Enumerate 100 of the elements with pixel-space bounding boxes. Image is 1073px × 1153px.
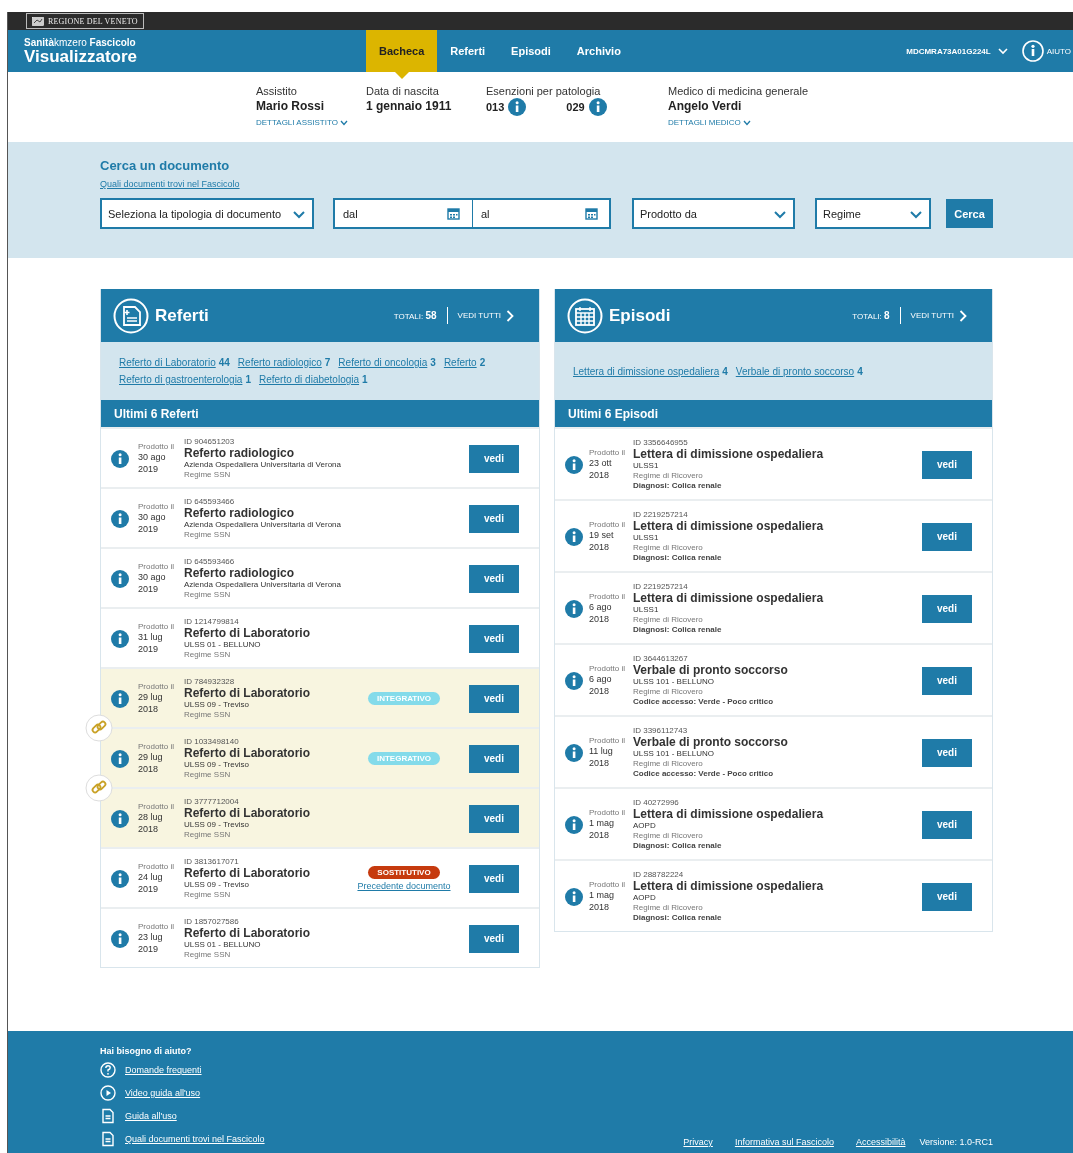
- produced-label: Prodotto il: [589, 520, 627, 529]
- date-year: 2018: [138, 823, 160, 835]
- category-link[interactable]: Referto di diabetologia: [259, 374, 360, 385]
- exemption-code: 029: [566, 100, 585, 115]
- regime-label: Regime SSN: [184, 530, 232, 540]
- field-value: 1 gennaio 1911: [366, 98, 453, 114]
- info-icon: [111, 569, 129, 588]
- category-link[interactable]: Referto radiologico: [237, 357, 322, 368]
- info-icon: [111, 509, 129, 528]
- info-icon: [111, 689, 129, 708]
- document-title: Lettera di dimissione ospedaliera: [633, 591, 825, 605]
- organization: ULSS1: [633, 605, 660, 615]
- view-button[interactable]: vedi: [469, 864, 519, 893]
- regime-label: Regime SSN: [184, 590, 232, 600]
- view-button[interactable]: vedi: [922, 882, 972, 911]
- document-title: Referto radiologico: [184, 446, 295, 460]
- date-day: 31 lug: [138, 631, 184, 643]
- view-button[interactable]: vedi: [922, 594, 972, 623]
- field-label: Medico di medicina generale: [668, 84, 809, 98]
- date-input[interactable]: dal: [343, 203, 447, 224]
- produced-label: Prodotto il: [138, 682, 176, 691]
- category-link[interactable]: Referto di oncologia: [338, 357, 428, 368]
- document-detail: Codice accesso: Verde - Poco critico: [633, 697, 775, 707]
- info-link[interactable]: Quali documenti trovi nel Fascicolo: [100, 179, 240, 189]
- category-count: 2: [479, 357, 486, 368]
- category-link[interactable]: Verbale di pronto soccorso: [735, 365, 855, 377]
- view-button[interactable]: vedi: [922, 450, 972, 479]
- produced-label: Prodotto il: [138, 922, 176, 931]
- nav-tab[interactable]: Referti: [437, 30, 499, 72]
- document-detail: Diagnosi: Colica renale: [633, 841, 723, 851]
- view-button[interactable]: vedi: [922, 522, 972, 551]
- view-button[interactable]: vedi: [922, 666, 972, 695]
- search-button[interactable]: Cerca: [946, 199, 993, 228]
- view-button[interactable]: vedi: [469, 744, 519, 773]
- footer-link[interactable]: Informativa sul Fascicolo: [734, 1137, 834, 1147]
- help-title: Hai bisogno di aiuto?: [100, 1046, 193, 1056]
- category-count: 4: [857, 365, 863, 377]
- details-link[interactable]: DETTAGLI MEDICO: [668, 118, 809, 127]
- document-id: ID 2219257214: [633, 510, 689, 519]
- produced-label: Prodotto il: [589, 448, 627, 457]
- help-link[interactable]: Domande frequenti: [125, 1065, 202, 1075]
- category-count: 4: [722, 365, 728, 377]
- view-button[interactable]: vedi: [922, 738, 972, 767]
- view-button[interactable]: vedi: [469, 444, 519, 473]
- date-year: 2018: [138, 703, 160, 715]
- chevron-down-icon: [773, 208, 787, 219]
- date-day: 29 lug: [138, 691, 184, 703]
- info-icon: [565, 599, 583, 618]
- footer-link[interactable]: Privacy: [683, 1137, 713, 1147]
- brand-subtitle: Sanitàkmzero Fascicolo: [24, 36, 137, 48]
- document-icon: [100, 1108, 116, 1124]
- nav-tab[interactable]: Archivio: [563, 30, 634, 72]
- exemption-code: 013: [486, 100, 505, 115]
- produced-label: Prodotto il: [589, 736, 627, 745]
- category-link[interactable]: Referto di gastroenterologia: [119, 374, 243, 385]
- footer-link[interactable]: Accessibilità: [855, 1137, 906, 1147]
- category-link[interactable]: Referto di Laboratorio: [119, 357, 216, 368]
- nav-tab[interactable]: Episodi: [498, 30, 564, 72]
- calendar-icon: [585, 207, 598, 220]
- organization: ULSS 09 - Treviso: [184, 820, 250, 830]
- date-year: 2018: [589, 685, 611, 697]
- view-button[interactable]: vedi: [469, 624, 519, 653]
- dropdown[interactable]: Regime: [815, 198, 931, 229]
- date-day: 1 mag: [589, 817, 633, 829]
- view-button[interactable]: vedi: [922, 810, 972, 839]
- help-link[interactable]: Guida all'uso: [125, 1111, 177, 1121]
- date-day: 30 ago: [138, 571, 184, 583]
- user-menu[interactable]: MDCMRA73A01G224L: [906, 30, 1008, 72]
- help-button[interactable]: AIUTO: [1021, 30, 1071, 72]
- document-id: ID 3813617071: [184, 857, 240, 866]
- details-link[interactable]: DETTAGLI ASSISTITO: [256, 118, 348, 127]
- date-input[interactable]: al: [481, 203, 585, 224]
- info-icon: [565, 887, 583, 906]
- produced-label: Prodotto il: [138, 502, 176, 511]
- category-link[interactable]: Referto: [443, 357, 477, 368]
- see-all-link[interactable]: VEDI TUTTI: [910, 309, 967, 322]
- previous-document-link[interactable]: Precedente documento: [357, 881, 451, 891]
- organization: ULSS 09 - Treviso: [184, 880, 250, 890]
- view-button[interactable]: vedi: [469, 804, 519, 833]
- category-link[interactable]: Lettera di dimissione ospedaliera: [573, 365, 720, 377]
- field-label: Esenzioni per patologia: [486, 84, 602, 98]
- info-icon: [565, 527, 583, 546]
- view-button[interactable]: vedi: [469, 564, 519, 593]
- organization: ULSS1: [633, 461, 660, 471]
- date-year: 2018: [589, 613, 611, 625]
- field-label: Data di nascita: [366, 84, 440, 98]
- view-button[interactable]: vedi: [469, 924, 519, 953]
- chevron-down-icon: [997, 47, 1008, 55]
- list-header: Ultimi 6 Episodi: [555, 400, 992, 427]
- regime-label: Regime di Ricovero: [633, 831, 704, 841]
- dropdown[interactable]: Prodotto da: [632, 198, 795, 229]
- view-button[interactable]: vedi: [469, 684, 519, 713]
- help-link[interactable]: Video guida all'uso: [125, 1088, 201, 1098]
- document-title: Lettera di dimissione ospedaliera: [633, 447, 825, 461]
- view-button[interactable]: vedi: [469, 504, 519, 533]
- see-all-link[interactable]: VEDI TUTTI: [457, 309, 514, 322]
- help-link[interactable]: Quali documenti trovi nel Fascicolo: [125, 1134, 265, 1144]
- field-value: Mario Rossi: [256, 98, 325, 114]
- produced-label: Prodotto il: [589, 808, 627, 817]
- dropdown[interactable]: Seleziona la tipologia di documento: [100, 198, 314, 229]
